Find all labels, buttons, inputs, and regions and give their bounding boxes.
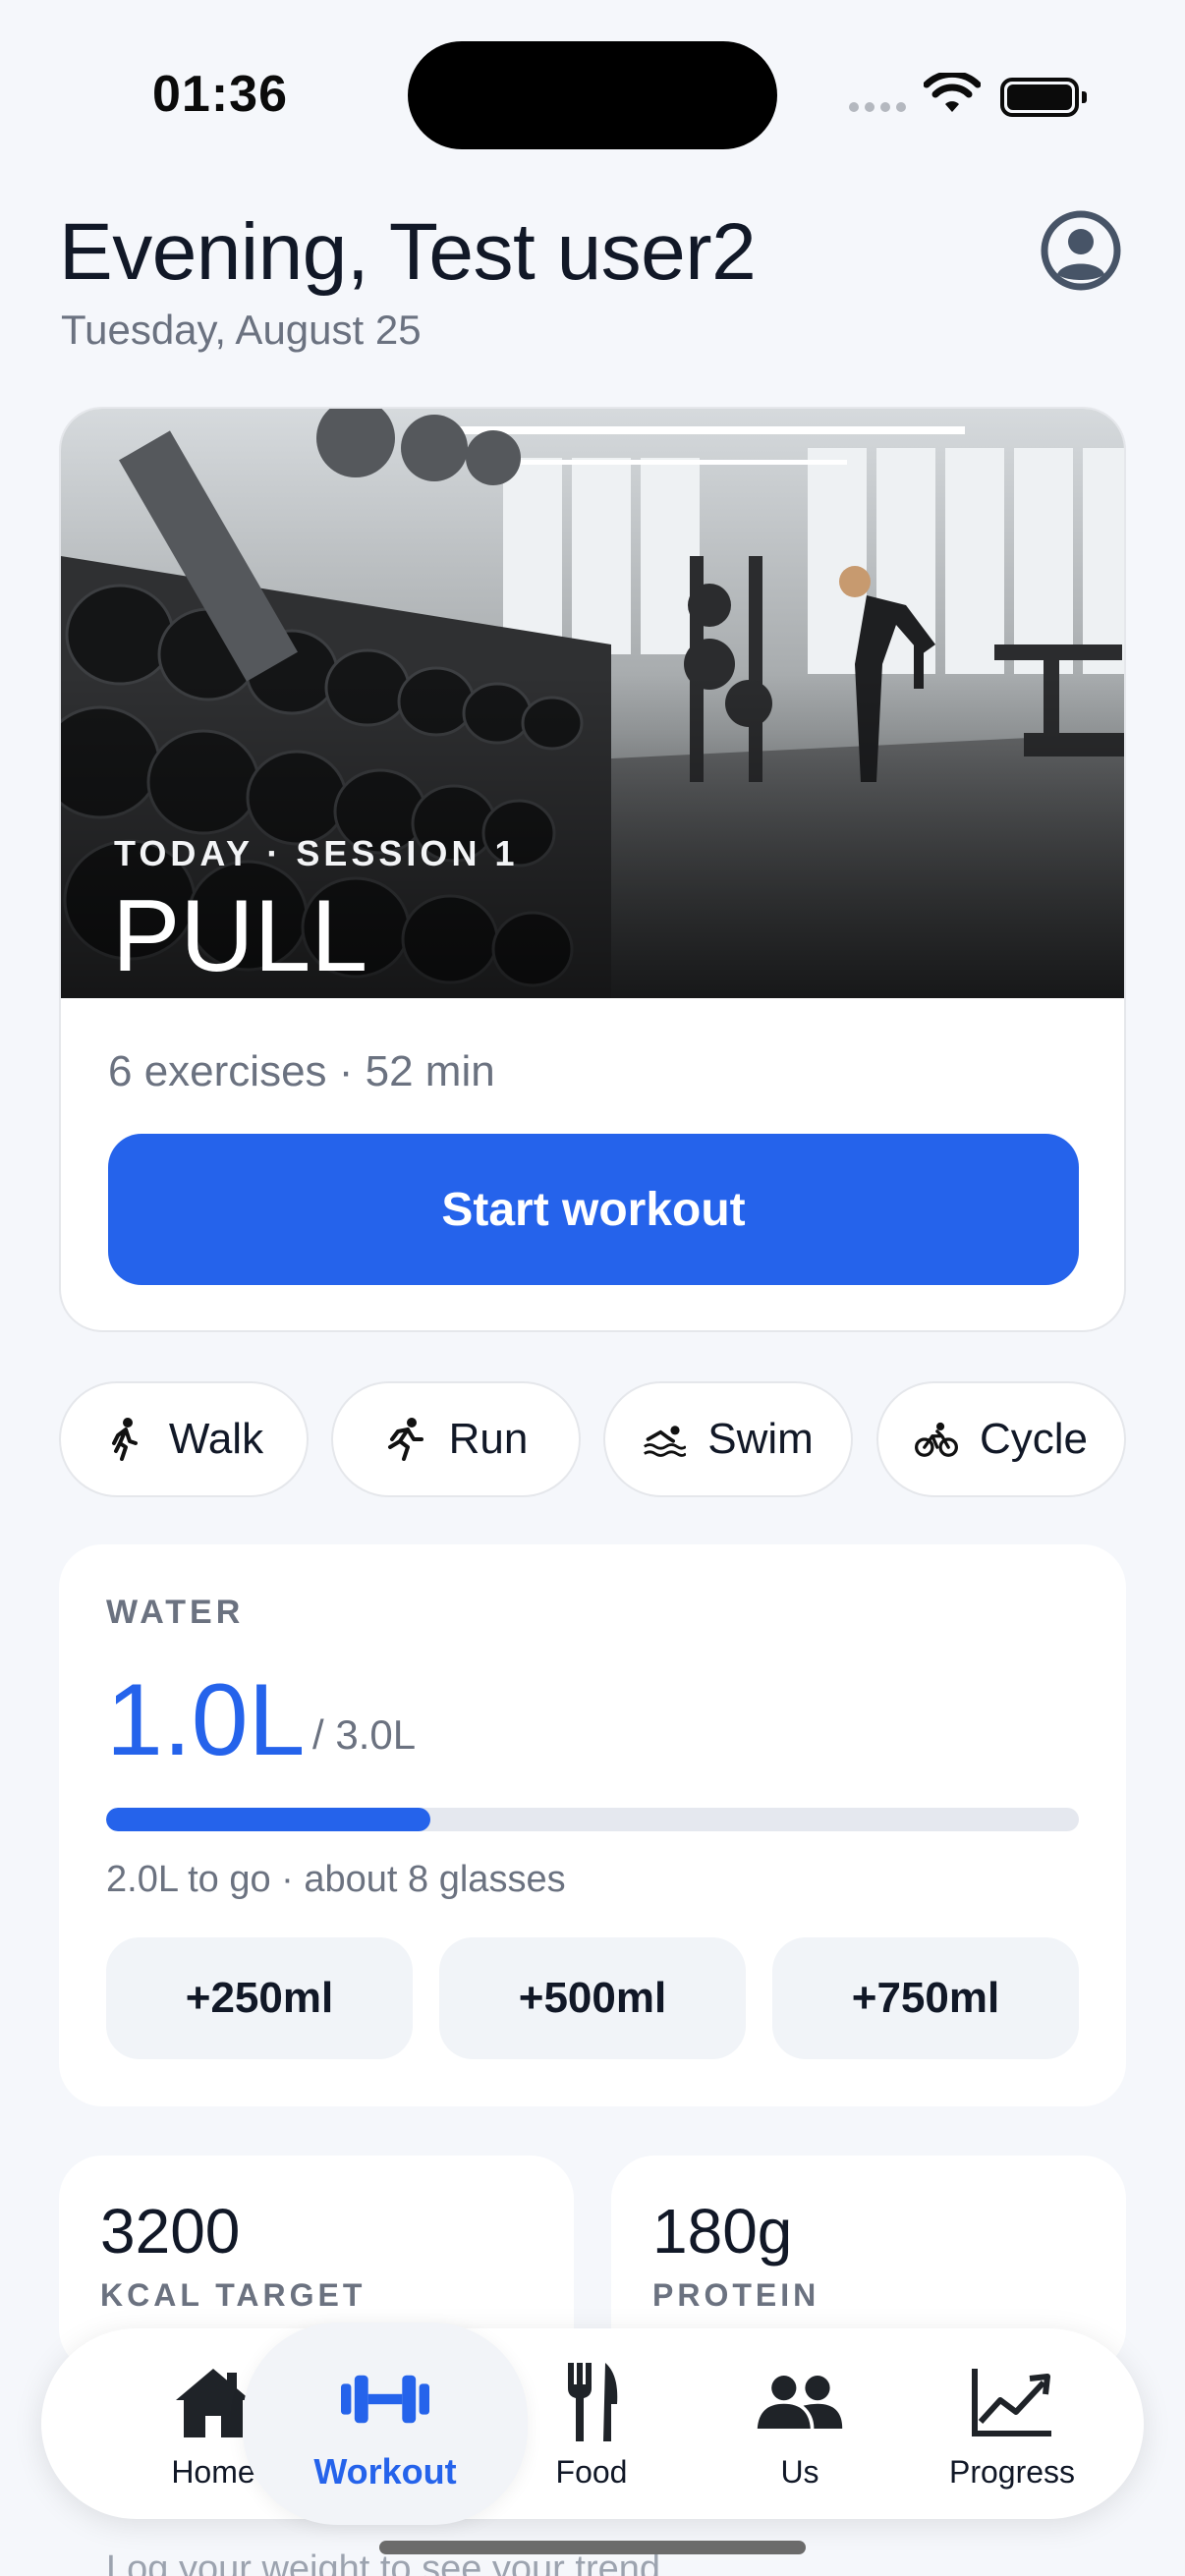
- tab-workout[interactable]: Workout: [243, 2323, 528, 2525]
- gym-hero-image: TODAY · SESSION 1 PULL: [61, 409, 1124, 998]
- water-progress-bar: [106, 1808, 1079, 1831]
- cycle-chip[interactable]: Cycle: [876, 1381, 1126, 1497]
- cycle-label: Cycle: [979, 1415, 1089, 1463]
- greeting-title: Evening, Test user2: [59, 207, 757, 297]
- water-card: WATER 1.0L / 3.0L 2.0L to go · about 8 g…: [59, 1544, 1126, 2106]
- swim-label: Swim: [707, 1415, 814, 1463]
- add-750ml-button[interactable]: +750ml: [772, 1937, 1079, 2059]
- tab-progress-label: Progress: [948, 2453, 1076, 2490]
- workout-meta: 6 exercises · 52 min: [108, 1047, 495, 1095]
- cellular-signal-icon: [849, 102, 906, 112]
- water-amount: 1.0L: [106, 1663, 306, 1777]
- walk-icon: [104, 1418, 147, 1461]
- protein-label: PROTEIN: [652, 2277, 820, 2313]
- user-circle-icon[interactable]: [1040, 209, 1122, 292]
- tab-progress[interactable]: Progress: [914, 2328, 1110, 2519]
- swim-chip[interactable]: Swim: [603, 1381, 853, 1497]
- workout-title: PULL: [112, 879, 368, 993]
- status-time: 01:36: [152, 66, 288, 123]
- battery-icon: [1000, 78, 1087, 117]
- start-workout-button[interactable]: Start workout: [108, 1134, 1079, 1285]
- protein-value: 180g: [652, 2196, 793, 2267]
- run-label: Run: [448, 1415, 529, 1463]
- session-label: TODAY · SESSION 1: [114, 833, 519, 873]
- add-250ml-button[interactable]: +250ml: [106, 1937, 413, 2059]
- cycle-icon: [914, 1418, 958, 1461]
- kcal-target-label: KCAL TARGET: [100, 2277, 367, 2313]
- tab-home-label: Home: [171, 2453, 255, 2490]
- run-chip[interactable]: Run: [331, 1381, 581, 1497]
- tab-us-label: Us: [780, 2453, 819, 2490]
- people-icon: [756, 2358, 844, 2446]
- tab-food-label: Food: [555, 2453, 628, 2490]
- dumbbell-icon: [341, 2355, 429, 2443]
- date-subtitle: Tuesday, August 25: [61, 307, 422, 353]
- fork-knife-icon: [547, 2358, 636, 2446]
- tab-us[interactable]: Us: [702, 2328, 898, 2519]
- swim-icon: [643, 1418, 687, 1461]
- bottom-tab-bar: Home Workout Food Us Progress: [41, 2323, 1144, 2525]
- wifi-icon: [924, 73, 981, 112]
- tab-food[interactable]: Food: [493, 2328, 690, 2519]
- activity-chips: Walk Run Swim Cycle: [59, 1381, 1126, 1497]
- water-section-label: WATER: [106, 1594, 245, 1631]
- water-progress-fill: [106, 1808, 430, 1831]
- today-workout-card: TODAY · SESSION 1 PULL 6 exercises · 52 …: [59, 407, 1126, 1332]
- add-500ml-button[interactable]: +500ml: [439, 1937, 746, 2059]
- dynamic-island: [408, 41, 777, 149]
- tab-workout-label: Workout: [313, 2451, 457, 2492]
- water-remaining-note: 2.0L to go · about 8 glasses: [106, 1859, 566, 1900]
- walk-chip[interactable]: Walk: [59, 1381, 309, 1497]
- water-goal: / 3.0L: [312, 1711, 417, 1758]
- kcal-target-value: 3200: [100, 2196, 241, 2267]
- home-indicator: [379, 2541, 806, 2554]
- walk-label: Walk: [168, 1415, 264, 1463]
- status-bar: 01:36: [0, 0, 1185, 187]
- chart-trend-icon: [968, 2358, 1056, 2446]
- run-icon: [384, 1418, 427, 1461]
